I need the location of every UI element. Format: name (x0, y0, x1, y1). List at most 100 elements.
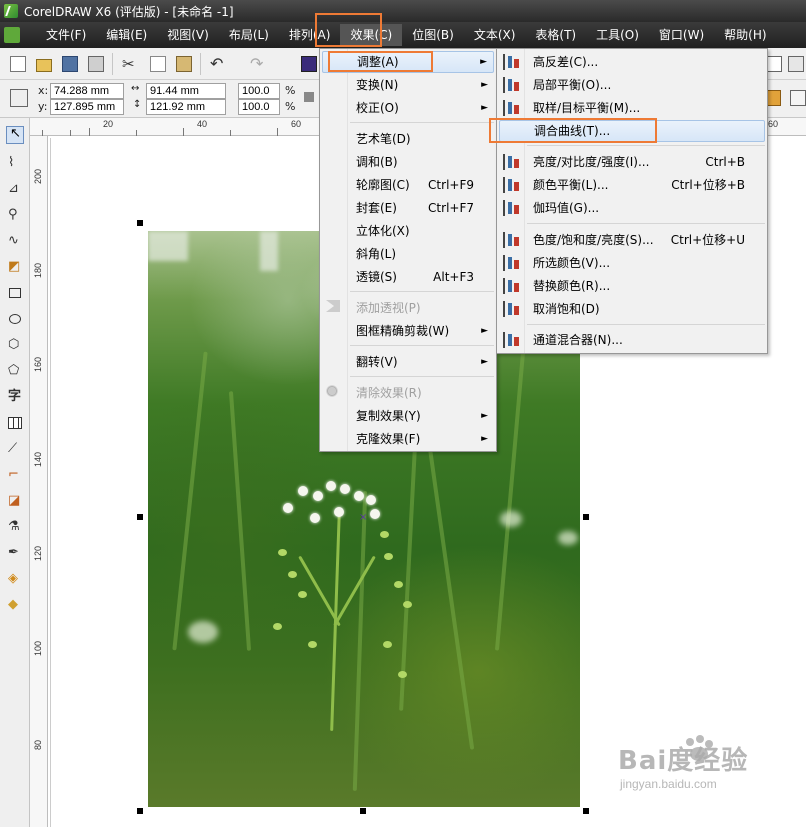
menu-item-envelope[interactable]: 封套(E) Ctrl+F7 (322, 197, 494, 219)
menu-item-contour[interactable]: 轮廓图(C) Ctrl+F9 (322, 174, 494, 196)
selection-handle[interactable] (137, 220, 143, 226)
table-tool-icon[interactable] (6, 414, 24, 432)
options-icon[interactable] (788, 56, 804, 72)
print-icon[interactable] (88, 56, 104, 72)
selection-handle[interactable] (137, 808, 143, 814)
basic-shapes-tool-icon[interactable]: ⬠ (6, 362, 24, 380)
new-document-icon[interactable] (10, 56, 26, 72)
dimension-tool-icon[interactable]: ⟋ (6, 440, 24, 458)
menu-help[interactable]: 帮助(H) (714, 24, 776, 46)
menu-bitmaps[interactable]: 位图(B) (402, 24, 464, 46)
reference-point-icon[interactable] (10, 89, 28, 107)
scale-x-field[interactable]: 100.0 (238, 83, 280, 99)
ruler-label: 120 (33, 545, 43, 561)
save-icon[interactable] (62, 56, 78, 72)
menu-item-channel-mixer[interactable]: 通道混合器(N)... (499, 329, 765, 351)
ruler-label: 160 (33, 356, 43, 372)
menu-item-correction[interactable]: 校正(O) ► (322, 97, 494, 119)
width-field[interactable]: 91.44 mm (146, 83, 226, 99)
ruler-label: 180 (33, 262, 43, 278)
menu-layout[interactable]: 布局(L) (219, 24, 279, 46)
interactive-fill-tool-icon[interactable]: ◆ (6, 596, 24, 614)
trace-bitmap-icon[interactable] (790, 90, 806, 106)
selection-handle[interactable] (137, 514, 143, 520)
menu-item-bevel[interactable]: 斜角(L) (322, 243, 494, 265)
paste-icon[interactable] (176, 56, 192, 72)
toolbar-separator (200, 53, 201, 75)
connector-tool-icon[interactable]: ⌐ (6, 466, 24, 484)
menu-item-desaturate[interactable]: 取消饱和(D) (499, 298, 765, 320)
menu-item-flip[interactable]: 翻转(V) ► (322, 351, 494, 373)
menu-tools[interactable]: 工具(O) (586, 24, 649, 46)
menu-item-selective-color[interactable]: 所选颜色(V)... (499, 252, 765, 274)
left-ruler[interactable]: 200 180 160 140 120 100 80 (30, 136, 48, 827)
menu-item-adjust[interactable]: 调整(A) ► (322, 51, 494, 73)
menu-view[interactable]: 视图(V) (157, 24, 219, 46)
ruler-label: 140 (33, 451, 43, 467)
menu-item-gamma[interactable]: 伽玛值(G)... (499, 197, 765, 219)
launcher-icon[interactable] (301, 56, 317, 72)
menu-item-transform[interactable]: 变换(N) ► (322, 74, 494, 96)
menu-item-hue-saturation[interactable]: 色度/饱和度/亮度(S)... Ctrl+位移+U (499, 229, 765, 251)
menu-item-copy-effect[interactable]: 复制效果(Y) ► (322, 405, 494, 427)
menu-item-high-pass[interactable]: 高反差(C)... (499, 51, 765, 73)
menu-item-lens[interactable]: 透镜(S) Alt+F3 (322, 266, 494, 288)
menu-edit[interactable]: 编辑(E) (96, 24, 157, 46)
menu-item-artistic-media[interactable]: 艺术笔(D) (322, 128, 494, 150)
redo-icon[interactable]: ↷ (250, 56, 266, 72)
menu-item-brightness-contrast[interactable]: 亮度/对比度/强度(I)... Ctrl+B (499, 151, 765, 173)
percent-label: % (285, 84, 296, 97)
freehand-tool-icon[interactable]: ∿ (6, 232, 24, 250)
menu-item-blend[interactable]: 调和(B) (322, 151, 494, 173)
width-icon: ↔ (131, 83, 140, 94)
menu-item-replace-colors[interactable]: 替换颜色(R)... (499, 275, 765, 297)
menu-effects[interactable]: 效果(C) (340, 24, 403, 46)
ruler-label: 40 (197, 119, 208, 129)
outline-tool-icon[interactable]: ✒ (6, 544, 24, 562)
menu-item-clone-effect[interactable]: 克隆效果(F) ► (322, 428, 494, 450)
smart-fill-tool-icon[interactable]: ◩ (6, 258, 24, 276)
menu-arrange[interactable]: 排列(A) (279, 24, 341, 46)
pick-tool-icon[interactable] (6, 126, 24, 144)
app-menu-icon[interactable] (4, 27, 20, 43)
open-icon[interactable] (36, 59, 52, 72)
selection-handle[interactable] (360, 808, 366, 814)
menu-table[interactable]: 表格(T) (525, 24, 586, 46)
ruler-label: 100 (33, 640, 43, 656)
eyedropper-tool-icon[interactable]: ⚗ (6, 518, 24, 536)
selection-handle[interactable] (583, 808, 589, 814)
y-position-field[interactable]: 127.895 mm (50, 99, 124, 115)
crop-tool-icon[interactable]: ⊿ (6, 180, 24, 198)
undo-icon[interactable]: ↶ (210, 56, 226, 72)
fill-tool-icon[interactable]: ◈ (6, 570, 24, 588)
effects-menu: 调整(A) ► 变换(N) ► 校正(O) ► 艺术笔(D) 调和(B) 轮廓图(C)… (319, 48, 497, 452)
paw-logo-icon (686, 735, 713, 761)
menu-item-sample-target-balance[interactable]: 取样/目标平衡(M)... (499, 97, 765, 119)
height-field[interactable]: 121.92 mm (146, 99, 226, 115)
scale-y-field[interactable]: 100.0 (238, 99, 280, 115)
toolbar-separator (112, 53, 113, 75)
menu-file[interactable]: 文件(F) (36, 24, 96, 46)
selection-handle[interactable] (583, 514, 589, 520)
menu-window[interactable]: 窗口(W) (649, 24, 714, 46)
zoom-tool-icon[interactable]: ⚲ (6, 206, 24, 224)
menu-item-extrude[interactable]: 立体化(X) (322, 220, 494, 242)
menu-item-color-balance[interactable]: 颜色平衡(L)... Ctrl+位移+B (499, 174, 765, 196)
x-position-field[interactable]: 74.288 mm (50, 83, 124, 99)
menu-item-powerclip[interactable]: 图框精确剪裁(W) ► (322, 320, 494, 342)
ellipse-tool-icon[interactable] (6, 310, 24, 328)
snap-icon[interactable] (766, 56, 782, 72)
menu-text[interactable]: 文本(X) (464, 24, 526, 46)
polygon-tool-icon[interactable]: ⬡ (6, 336, 24, 354)
coreldraw-logo-icon (4, 4, 18, 18)
rectangle-tool-icon[interactable] (6, 284, 24, 302)
menu-item-tone-curve[interactable]: 调合曲线(T)... (499, 120, 765, 142)
text-tool-icon[interactable]: 字 (6, 388, 24, 406)
menu-item-local-equalization[interactable]: 局部平衡(O)... (499, 74, 765, 96)
blend-tool-icon[interactable]: ◪ (6, 492, 24, 510)
page-edge (50, 138, 51, 827)
copy-icon[interactable] (150, 56, 166, 72)
lock-ratio-icon[interactable] (304, 92, 314, 102)
cut-icon[interactable]: ✂ (122, 56, 140, 72)
shape-tool-icon[interactable]: ⌇ (6, 154, 24, 172)
